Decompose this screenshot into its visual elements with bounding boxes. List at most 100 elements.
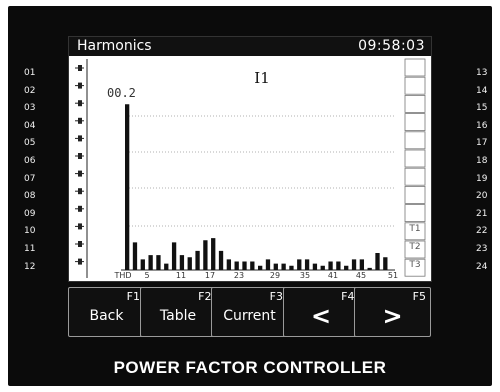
harmonic-bar — [125, 104, 130, 270]
harmonic-bar — [195, 250, 200, 270]
left-scale-marker — [78, 188, 82, 195]
harmonic-bar — [226, 259, 232, 270]
x-tick-label: 29 — [270, 271, 280, 280]
left-scale-marker — [78, 205, 82, 212]
harmonic-bar — [312, 263, 318, 270]
row-number-left-02: 02 — [24, 85, 36, 96]
harmonic-bar — [234, 261, 239, 270]
left-scale-marker — [78, 153, 82, 159]
harmonic-bar — [281, 263, 286, 270]
function-key-label: Table — [159, 308, 197, 324]
row-number-left-11: 11 — [24, 244, 36, 254]
row-number-left-06: 06 — [24, 156, 36, 166]
x-tick-label: 35 — [300, 271, 310, 280]
row-number-right-15: 15 — [476, 103, 488, 114]
harmonic-bar — [148, 255, 153, 270]
function-key-id: F3 — [269, 290, 283, 303]
harmonic-bar — [289, 265, 294, 270]
x-tick-label: 11 — [176, 271, 186, 280]
right-level-box — [404, 149, 426, 168]
harmonic-bar — [132, 242, 138, 270]
harmonic-bar — [250, 261, 255, 270]
harmonic-bar — [211, 238, 216, 270]
row-number-left-07: 07 — [24, 173, 36, 184]
row-number-right-19: 19 — [476, 173, 488, 184]
lcd-screen: Harmonics 09:58:03 T1 T2 T3 I1 00.2 THD 5 11 17 2… — [68, 36, 432, 282]
harmonic-bar — [171, 242, 177, 270]
x-tick-label: THD — [113, 271, 131, 280]
harmonic-bar — [383, 257, 388, 270]
left-scale-marker — [78, 82, 82, 89]
harmonic-bar — [304, 259, 310, 270]
function-key-f5[interactable]: F5 > — [354, 287, 431, 337]
row-number-right-18: 18 — [476, 156, 488, 166]
right-level-box — [404, 131, 426, 150]
row-number-left-10: 10 — [24, 226, 36, 237]
x-tick-label: 41 — [328, 271, 338, 280]
harmonic-bar — [218, 250, 224, 270]
harmonic-bar — [328, 261, 333, 270]
x-tick-label: 45 — [356, 271, 366, 280]
right-level-box — [404, 58, 426, 77]
tag-T2: T2 — [408, 242, 420, 252]
left-scale-marker — [78, 117, 82, 124]
row-number-right-17: 17 — [476, 138, 488, 149]
tag-T3: T3 — [408, 260, 420, 270]
harmonic-bar — [297, 259, 302, 270]
row-number-left-12: 12 — [24, 261, 36, 272]
right-level-box — [404, 113, 426, 131]
row-number-right-13: 13 — [476, 68, 488, 78]
harmonic-bar — [344, 265, 349, 270]
row-number-right-16: 16 — [476, 120, 488, 131]
peak-value-label: 00.2 — [107, 86, 136, 100]
harmonic-bar — [258, 265, 263, 270]
row-number-right-22: 22 — [476, 226, 488, 237]
harmonic-bar — [273, 263, 278, 270]
function-key-f2[interactable]: F2 Table — [139, 287, 217, 337]
x-tick-label: 5 — [144, 271, 149, 280]
right-level-box — [404, 204, 426, 223]
function-key-id: F1 — [126, 290, 140, 303]
left-scale-marker — [78, 135, 82, 142]
row-number-left-08: 08 — [24, 191, 36, 202]
harmonic-bar — [265, 259, 271, 270]
function-key-label: Back — [89, 308, 124, 324]
function-key-label: Current — [223, 308, 276, 324]
brand-label: POWER FACTOR CONTROLLER — [113, 358, 387, 377]
row-number-left-01: 01 — [24, 68, 36, 78]
harmonic-bar — [320, 265, 325, 270]
row-number-right-14: 14 — [476, 85, 488, 96]
clock: 09:58:03 — [358, 38, 425, 54]
left-scale-marker — [78, 100, 82, 107]
chevron-left-icon: < — [310, 302, 332, 330]
harmonic-bar — [164, 263, 169, 270]
left-scale-marker — [78, 241, 82, 247]
harmonic-bar — [203, 240, 208, 270]
chart-title: I1 — [254, 69, 269, 87]
harmonic-bar — [375, 253, 380, 270]
harmonic-bar — [367, 267, 372, 270]
x-tick-label: 51 — [388, 271, 398, 280]
harmonic-bar — [187, 257, 192, 270]
harmonic-bar — [242, 261, 247, 270]
left-scale-marker — [78, 170, 82, 177]
screen-title: Harmonics — [77, 38, 152, 54]
harmonics-chart: T1 T2 T3 I1 00.2 THD 5 11 17 23 29 35 41 45 51 — [75, 58, 426, 280]
left-scale-marker — [78, 65, 82, 71]
function-key-bar: F1 Back F2 Table F3 Current F4 < F5 > — [68, 287, 431, 339]
right-level-box — [404, 95, 426, 113]
function-key-f1[interactable]: F1 Back — [68, 287, 145, 337]
title-bar: Harmonics 09:58:03 — [69, 37, 431, 56]
harmonic-bar — [156, 255, 161, 270]
row-number-right-21: 21 — [476, 208, 488, 219]
function-key-f3[interactable]: F3 Current — [211, 287, 288, 337]
harmonic-bar — [140, 259, 145, 270]
harmonic-bar — [179, 255, 185, 270]
left-scale-marker — [78, 223, 82, 230]
harmonic-bar — [351, 259, 357, 270]
x-tick-label: 23 — [234, 271, 244, 280]
right-level-box — [404, 167, 426, 186]
right-level-box — [404, 185, 426, 204]
function-key-f4[interactable]: F4 < — [282, 287, 360, 337]
row-number-left-05: 05 — [24, 138, 36, 149]
